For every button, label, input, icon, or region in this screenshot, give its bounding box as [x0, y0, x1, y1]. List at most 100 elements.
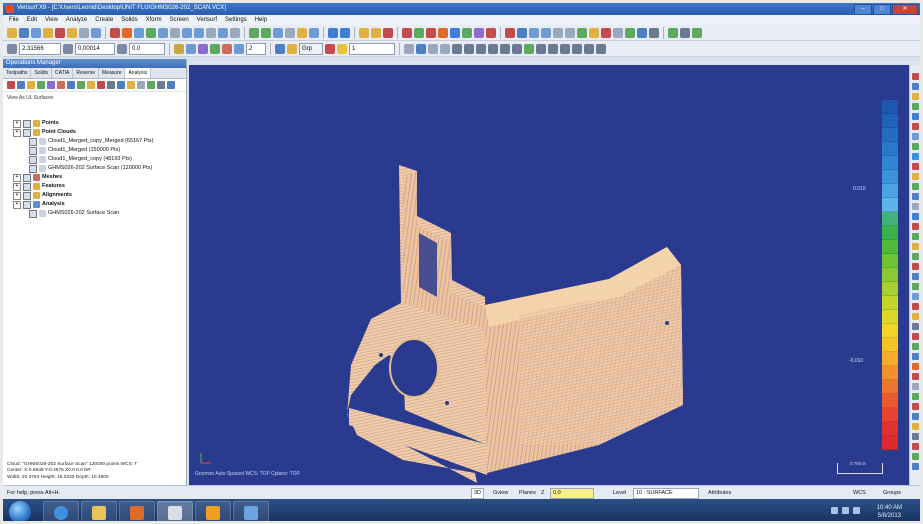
tool-icon[interactable] — [512, 43, 522, 54]
side-tool-icon[interactable] — [911, 223, 919, 230]
operation-tool-icon[interactable] — [67, 81, 75, 89]
toolbar-tool-icon[interactable] — [261, 27, 271, 38]
visibility-checkbox[interactable] — [29, 137, 37, 146]
side-tool-icon[interactable] — [911, 333, 919, 340]
mode-toggle[interactable]: 3D — [471, 488, 485, 499]
side-tool-icon[interactable] — [911, 433, 919, 440]
toolbar-tool-icon[interactable] — [285, 27, 295, 38]
minimize-button[interactable]: – — [854, 4, 872, 15]
operation-tool-icon[interactable] — [157, 81, 165, 89]
side-tool-icon[interactable] — [911, 253, 919, 260]
toolbar-tool-icon[interactable] — [625, 27, 635, 38]
operation-tool-icon[interactable] — [7, 81, 15, 89]
visibility-checkbox[interactable] — [29, 164, 37, 173]
group-button[interactable]: Grp — [299, 42, 323, 55]
toolbar-tool-icon[interactable] — [7, 27, 17, 38]
side-tool-icon[interactable] — [911, 113, 919, 120]
menu-xform[interactable]: Xform — [146, 17, 162, 23]
graphics-viewport[interactable]: Gnomon Auto Spaced WCS: TOP Cplane: TOP … — [189, 65, 909, 485]
tool-icon[interactable] — [198, 43, 208, 54]
operation-tool-icon[interactable] — [107, 81, 115, 89]
tree-item[interactable]: + Features — [3, 182, 183, 191]
toolbar-tool-icon[interactable] — [450, 27, 460, 38]
toolbar-tool-icon[interactable] — [340, 27, 350, 38]
expand-toggle-icon[interactable]: + — [13, 182, 21, 191]
toolbar-tool-icon[interactable] — [637, 27, 647, 38]
toolbar-tool-icon[interactable] — [486, 27, 496, 38]
tool-icon[interactable] — [584, 43, 594, 54]
side-tool-icon[interactable] — [911, 263, 919, 270]
menu-analyze[interactable]: Analyze — [66, 17, 87, 23]
menu-solids[interactable]: Solids — [121, 17, 137, 23]
toolbar-tool-icon[interactable] — [79, 27, 89, 38]
expand-toggle-icon[interactable]: + — [13, 191, 21, 200]
value-field-3[interactable]: 0.0 — [129, 42, 165, 55]
tab-analysis[interactable]: Analysis — [125, 68, 152, 78]
side-tool-icon[interactable] — [911, 83, 919, 90]
tool-icon[interactable] — [476, 43, 486, 54]
operation-tool-icon[interactable] — [117, 81, 125, 89]
tree-item[interactable]: Cloud1_Merged_copy_Merged (65167 Pts) — [3, 137, 183, 146]
toolbar-tool-icon[interactable] — [541, 27, 551, 38]
side-tool-icon[interactable] — [911, 453, 919, 460]
side-tool-icon[interactable] — [911, 163, 919, 170]
toolbar-tool-icon[interactable] — [31, 27, 41, 38]
toolbar-tool-icon[interactable] — [182, 27, 192, 38]
taskbar-clock[interactable]: 10:40 AM 5/8/2013 — [877, 504, 902, 520]
tool-icon[interactable] — [452, 43, 462, 54]
toolbar-tool-icon[interactable] — [565, 27, 575, 38]
toolbar-tool-icon[interactable] — [474, 27, 484, 38]
toolbar-tool-icon[interactable] — [371, 27, 381, 38]
menu-settings[interactable]: Settings — [225, 17, 247, 23]
tree-item[interactable]: GHMS026-202 Surface Scan (120000 Pts) — [3, 164, 183, 173]
value-field-1[interactable]: 2.31566 — [19, 42, 61, 55]
menu-view[interactable]: View — [45, 17, 58, 23]
expand-toggle-icon[interactable]: + — [13, 119, 21, 128]
toolbar-tool-icon[interactable] — [668, 27, 678, 38]
operation-tool-icon[interactable] — [147, 81, 155, 89]
side-tool-icon[interactable] — [911, 373, 919, 380]
toolbar-tool-icon[interactable] — [273, 27, 283, 38]
side-tool-icon[interactable] — [911, 413, 919, 420]
menu-edit[interactable]: Edit — [27, 17, 37, 23]
menu-help[interactable]: Help — [255, 17, 267, 23]
wcs-button[interactable]: WCS — [853, 490, 866, 496]
toolbar-tool-icon[interactable] — [649, 27, 659, 38]
toolbar-tool-icon[interactable] — [110, 27, 120, 38]
toolbar-tool-icon[interactable] — [680, 27, 690, 38]
operation-tool-icon[interactable] — [27, 81, 35, 89]
attributes-button[interactable]: Attributes — [708, 490, 731, 496]
toolbar-tool-icon[interactable] — [359, 27, 369, 38]
expand-toggle-icon[interactable]: + — [13, 128, 21, 137]
tool-icon[interactable] — [325, 43, 335, 54]
planes-button[interactable]: Planes — [519, 490, 536, 496]
tab-catia[interactable]: CATIA — [52, 68, 74, 78]
side-tool-icon[interactable] — [911, 443, 919, 450]
tool-icon[interactable] — [234, 43, 244, 54]
side-tool-icon[interactable] — [911, 423, 919, 430]
menu-verisurf[interactable]: Verisurf — [197, 17, 217, 23]
tool-icon[interactable] — [416, 43, 426, 54]
side-tool-icon[interactable] — [911, 243, 919, 250]
side-tool-icon[interactable] — [911, 293, 919, 300]
visibility-checkbox[interactable] — [23, 191, 31, 200]
side-tool-icon[interactable] — [911, 203, 919, 210]
side-tool-icon[interactable] — [911, 173, 919, 180]
tree-item[interactable]: + Points — [3, 119, 183, 128]
tool-icon[interactable] — [560, 43, 570, 54]
operation-tool-icon[interactable] — [127, 81, 135, 89]
operation-tool-icon[interactable] — [77, 81, 85, 89]
side-tool-icon[interactable] — [911, 313, 919, 320]
side-tool-icon[interactable] — [911, 343, 919, 350]
tab-measure[interactable]: Measure — [99, 68, 126, 78]
menu-create[interactable]: Create — [95, 17, 113, 23]
visibility-checkbox[interactable] — [23, 119, 31, 128]
tree-item[interactable]: + Point Clouds — [3, 128, 183, 137]
side-tool-icon[interactable] — [911, 93, 919, 100]
expand-toggle-icon[interactable]: + — [13, 200, 21, 209]
tool-icon[interactable] — [572, 43, 582, 54]
tree-item[interactable]: + Analysis — [3, 200, 183, 209]
side-tool-icon[interactable] — [911, 193, 919, 200]
toolbar-tool-icon[interactable] — [462, 27, 472, 38]
toolbar-tool-icon[interactable] — [297, 27, 307, 38]
